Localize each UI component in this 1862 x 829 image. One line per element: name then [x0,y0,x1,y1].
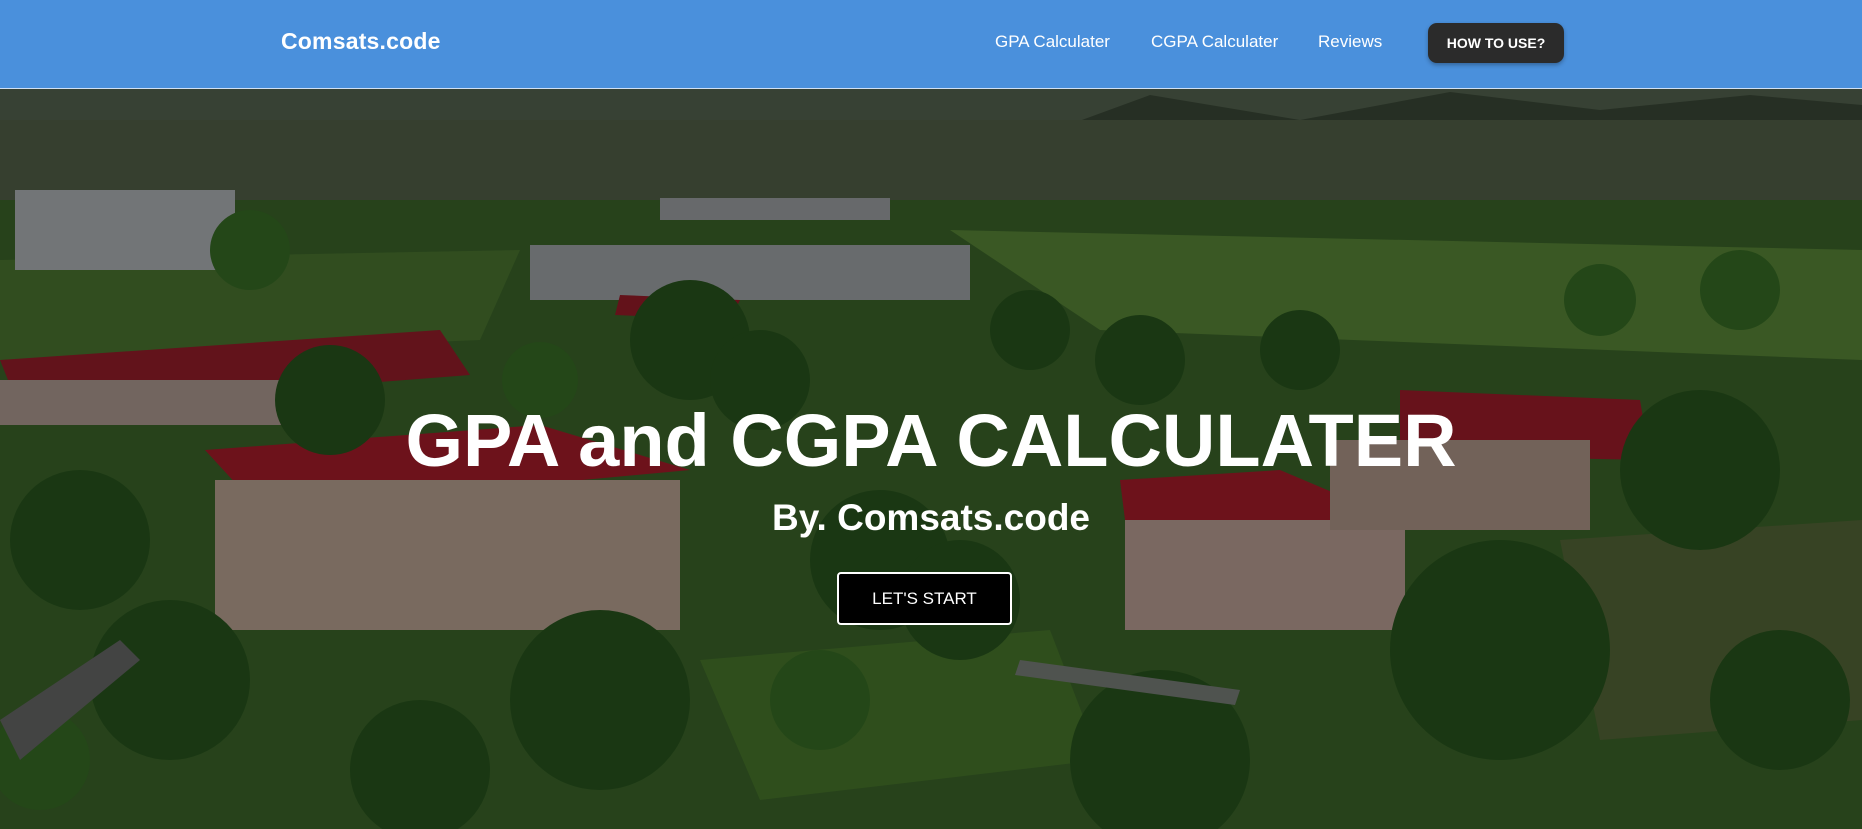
nav-link-reviews[interactable]: Reviews [1318,32,1382,52]
nav-link-gpa-calculater[interactable]: GPA Calculater [995,32,1110,52]
nav-link-cgpa-calculater[interactable]: CGPA Calculater [1151,32,1278,52]
how-to-use-button[interactable]: HOW TO USE? [1428,23,1564,63]
brand-logo-text[interactable]: Comsats.code [281,28,441,55]
navbar: Comsats.code GPA Calculater CGPA Calcula… [0,0,1862,89]
hero-subtitle: By. Comsats.code [771,497,1091,538]
lets-start-button[interactable]: LET'S START [837,572,1012,625]
hero-title: GPA and CGPA CALCULATER [405,399,1457,482]
page: Comsats.code GPA Calculater CGPA Calcula… [0,0,1862,829]
